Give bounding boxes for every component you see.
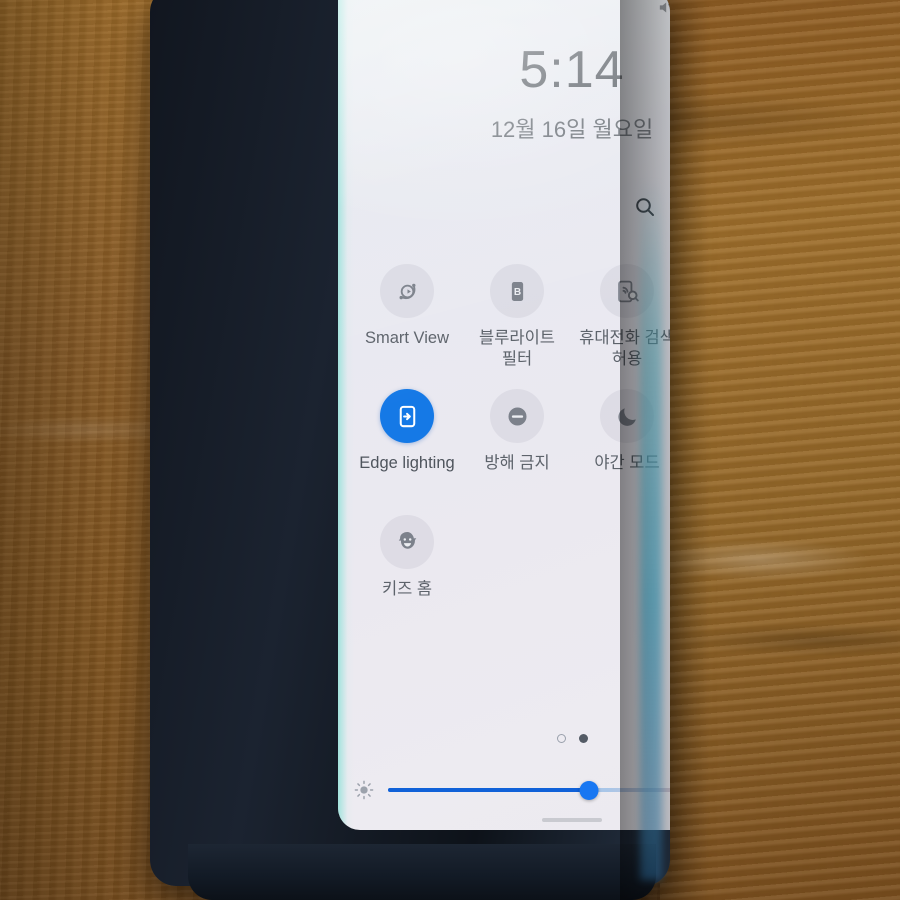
brightness-slider[interactable]	[388, 780, 670, 800]
night-mode-icon	[600, 389, 654, 444]
clock-time: 5:14	[519, 41, 625, 99]
home-indicator[interactable]	[542, 818, 602, 822]
quick-panel-actions: N	[630, 192, 670, 222]
quick-tile-label: 야간 모드	[594, 454, 660, 473]
quick-tile-edge-lighting[interactable]: Edge lighting	[352, 389, 462, 494]
quick-tile-do-not-disturb[interactable]: 방해 금지	[462, 389, 572, 494]
quick-tile-find-my-phone[interactable]: 휴대전화 검색 허용	[572, 264, 670, 369]
edge-lighting-icon	[380, 389, 434, 444]
clock-date: 12월 16일 월요일	[490, 117, 654, 142]
photo-of-phone-on-desk: 85% 5:14 12월 16일 월요일	[0, 0, 900, 900]
quick-tile-kids-home[interactable]: 키즈 홈	[352, 514, 462, 600]
search-icon[interactable]	[630, 192, 660, 222]
quick-settings-grid: Smart View B 블루라이트 필터 휴대전화 검색 허용 Edge li…	[338, 264, 670, 599]
do-not-disturb-icon	[490, 389, 544, 444]
quick-tile-label: Edge lighting	[359, 454, 455, 473]
quick-tile-label: 블루라이트 필터	[479, 329, 555, 368]
page-indicator	[338, 734, 670, 743]
quick-tile-label: 휴대전화 검색 허용	[579, 329, 670, 368]
clock-area: 5:14 12월 16일 월요일	[338, 44, 670, 144]
page-dot-1[interactable]	[556, 734, 566, 743]
slider-knob[interactable]	[579, 780, 599, 800]
find-my-phone-icon	[600, 264, 654, 318]
status-bar: 85%	[338, 0, 670, 22]
desk-right-surface	[660, 0, 900, 900]
blue-light-filter-icon: B	[490, 264, 544, 318]
quick-tile-smart-view[interactable]: Smart View	[352, 264, 462, 369]
quick-tile-label: 방해 금지	[484, 454, 550, 473]
page-dot-2[interactable]	[578, 734, 588, 743]
phone-screen: 85% 5:14 12월 16일 월요일	[338, 0, 670, 830]
smart-view-icon	[380, 264, 434, 318]
brightness-sun-icon[interactable]	[352, 778, 376, 802]
quick-tile-blue-light-filter[interactable]: B 블루라이트 필터	[462, 264, 572, 369]
quick-tile-label: Smart View	[364, 329, 450, 347]
kids-home-icon	[380, 514, 434, 569]
smartphone-device: 85% 5:14 12월 16일 월요일	[150, 0, 670, 886]
slider-fill	[388, 788, 590, 792]
quick-tile-label: 키즈 홈	[381, 579, 433, 598]
brightness-control	[338, 777, 670, 803]
svg-text:B: B	[513, 286, 520, 297]
mute-icon	[657, 0, 670, 16]
phone-bottom-bezel	[188, 844, 656, 900]
quick-tile-night-mode[interactable]: 야간 모드	[572, 389, 670, 494]
